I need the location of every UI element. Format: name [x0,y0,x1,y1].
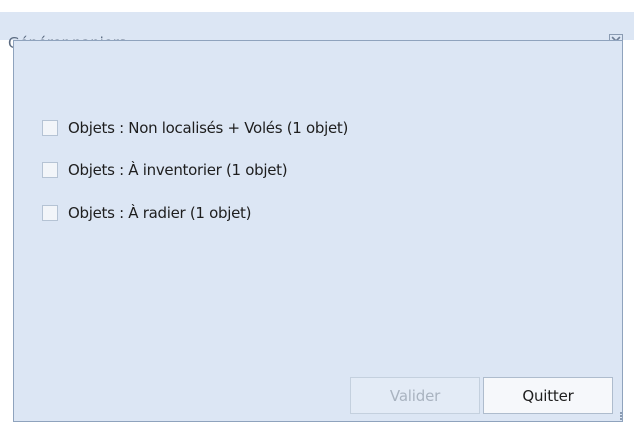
checkbox-icon[interactable] [42,120,58,136]
option-row-a-inventorier[interactable]: Objets : À inventorier (1 objet) [42,159,288,181]
dialog-window: Générer paniers Objets : Non localisés +… [0,12,634,425]
option-label: Objets : À inventorier (1 objet) [68,161,288,179]
validate-button[interactable]: Valider [350,377,480,414]
option-row-a-radier[interactable]: Objets : À radier (1 objet) [42,202,251,224]
checkbox-icon[interactable] [42,205,58,221]
dialog-content: Objets : Non localisés + Volés (1 objet)… [13,40,623,422]
option-label: Objets : À radier (1 objet) [68,204,252,222]
quit-button[interactable]: Quitter [483,377,613,414]
option-label: Objets : Non localisés + Volés (1 objet) [68,119,349,137]
resize-grip-icon[interactable] [614,412,622,420]
checkbox-icon[interactable] [42,162,58,178]
option-row-non-localises-voles[interactable]: Objets : Non localisés + Volés (1 objet) [42,117,348,139]
